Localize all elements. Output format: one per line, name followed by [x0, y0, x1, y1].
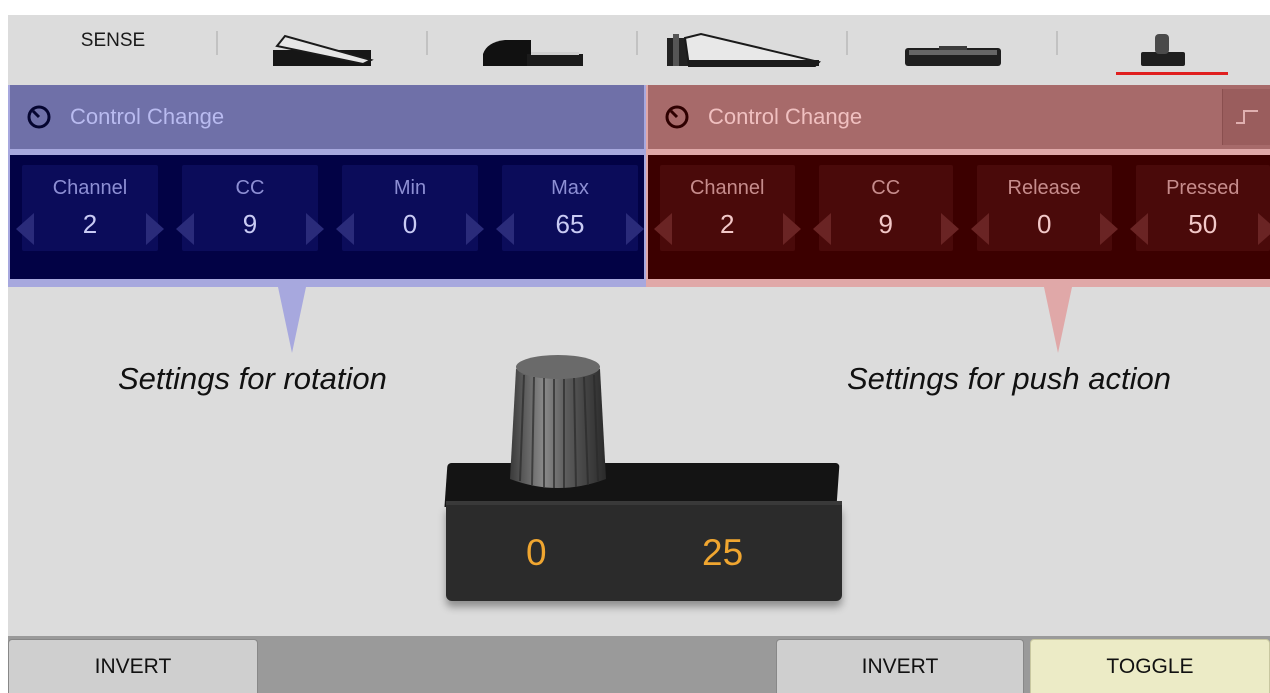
- device-front-panel: [446, 505, 842, 601]
- tab-footswitch[interactable]: [848, 15, 1058, 81]
- invert-rotation-button[interactable]: INVERT: [8, 639, 258, 693]
- rotation-mode-header[interactable]: Control Change: [10, 85, 644, 149]
- rotation-caption: Settings for rotation: [118, 361, 387, 396]
- knob-icon[interactable]: [502, 349, 614, 497]
- push-cc-field[interactable]: CC 9: [812, 165, 959, 251]
- push-channel-field[interactable]: Channel 2: [654, 165, 801, 251]
- field-value: 2: [82, 209, 98, 239]
- tab-sense-label: SENSE: [80, 30, 146, 51]
- tab-volume-pedal[interactable]: [638, 15, 848, 81]
- field-value: 9: [242, 209, 258, 239]
- knob-controller-icon: [1141, 34, 1185, 66]
- expression-pedal-icon: [273, 34, 374, 66]
- push-mode-label: Control Change: [708, 104, 863, 129]
- field-label: Max: [551, 177, 589, 199]
- field-value: 0: [402, 209, 418, 239]
- rotation-fields: Channel 2 CC 9 Min 0 Max 65: [10, 155, 644, 279]
- increment-arrow-icon[interactable]: [626, 213, 644, 245]
- volume-pedal-icon: [667, 32, 821, 67]
- increment-arrow-icon[interactable]: [782, 213, 801, 245]
- rotation-mode-label: Control Change: [70, 104, 225, 129]
- increment-arrow-icon[interactable]: [306, 213, 324, 245]
- toggle-button[interactable]: TOGGLE: [1030, 639, 1270, 693]
- selected-tab-indicator: [1116, 72, 1228, 75]
- tab-sustain-pedal[interactable]: [428, 15, 638, 81]
- push-pressed-field[interactable]: Pressed 50: [1129, 165, 1270, 251]
- rotation-callout-pointer: [278, 287, 306, 353]
- bottom-toolbar: INVERT INVERT TOGGLE: [8, 636, 1270, 693]
- increment-arrow-icon[interactable]: [1099, 213, 1118, 245]
- increment-arrow-icon[interactable]: [941, 213, 959, 245]
- field-label: CC: [871, 177, 901, 199]
- field-label: Min: [393, 177, 427, 199]
- rotary-knob-icon: [665, 105, 689, 129]
- controller-type-tabbar: SENSE: [8, 15, 1270, 81]
- push-settings-panel: Control Change Channel 2 CC 9 Release 0 …: [646, 85, 1270, 287]
- push-callout-pointer: [1044, 287, 1072, 353]
- knob-controller-device: 0 25: [440, 345, 852, 613]
- field-value: 0: [1037, 209, 1052, 239]
- sustain-pedal-icon: [483, 40, 583, 66]
- rotation-min-field[interactable]: Min 0: [336, 165, 484, 251]
- field-label: CC: [235, 177, 265, 199]
- tab-sense[interactable]: SENSE: [8, 15, 218, 81]
- invert-push-button[interactable]: INVERT: [776, 639, 1024, 693]
- push-fields: Channel 2 CC 9 Release 0 Pressed 50: [648, 155, 1270, 279]
- increment-arrow-icon[interactable]: [146, 213, 164, 245]
- field-value: 50: [1188, 209, 1218, 239]
- push-mode-header[interactable]: Control Change: [648, 85, 1270, 149]
- rotation-max-field[interactable]: Max 65: [496, 165, 644, 251]
- field-value: 9: [878, 209, 893, 239]
- field-label: Pressed: [1166, 177, 1240, 199]
- rotary-knob-icon: [27, 105, 51, 129]
- increment-arrow-icon[interactable]: [466, 213, 484, 245]
- rotation-settings-panel: Control Change Channel 2 CC 9 Min 0 Max …: [8, 85, 646, 287]
- field-value: 2: [720, 209, 735, 239]
- device-value-right: 25: [702, 532, 744, 573]
- rotation-cc-field[interactable]: CC 9: [176, 165, 324, 251]
- device-value-left: 0: [526, 532, 547, 573]
- field-label: Channel: [689, 177, 765, 199]
- momentary-switch-icon: [1235, 110, 1258, 124]
- push-caption: Settings for push action: [847, 361, 1171, 396]
- push-type-toggle-icon[interactable]: [1222, 89, 1270, 145]
- field-label: Channel: [52, 177, 128, 199]
- footswitch-icon: [905, 46, 1001, 66]
- increment-arrow-icon[interactable]: [1258, 213, 1270, 245]
- field-label: Release: [1007, 177, 1081, 199]
- rotation-channel-field[interactable]: Channel 2: [16, 165, 164, 251]
- push-release-field[interactable]: Release 0: [971, 165, 1118, 251]
- tab-expression-pedal[interactable]: [218, 15, 428, 81]
- field-value: 65: [555, 209, 585, 239]
- app-window: SENSE Control Change Channel 2 CC 9 Min …: [8, 15, 1270, 693]
